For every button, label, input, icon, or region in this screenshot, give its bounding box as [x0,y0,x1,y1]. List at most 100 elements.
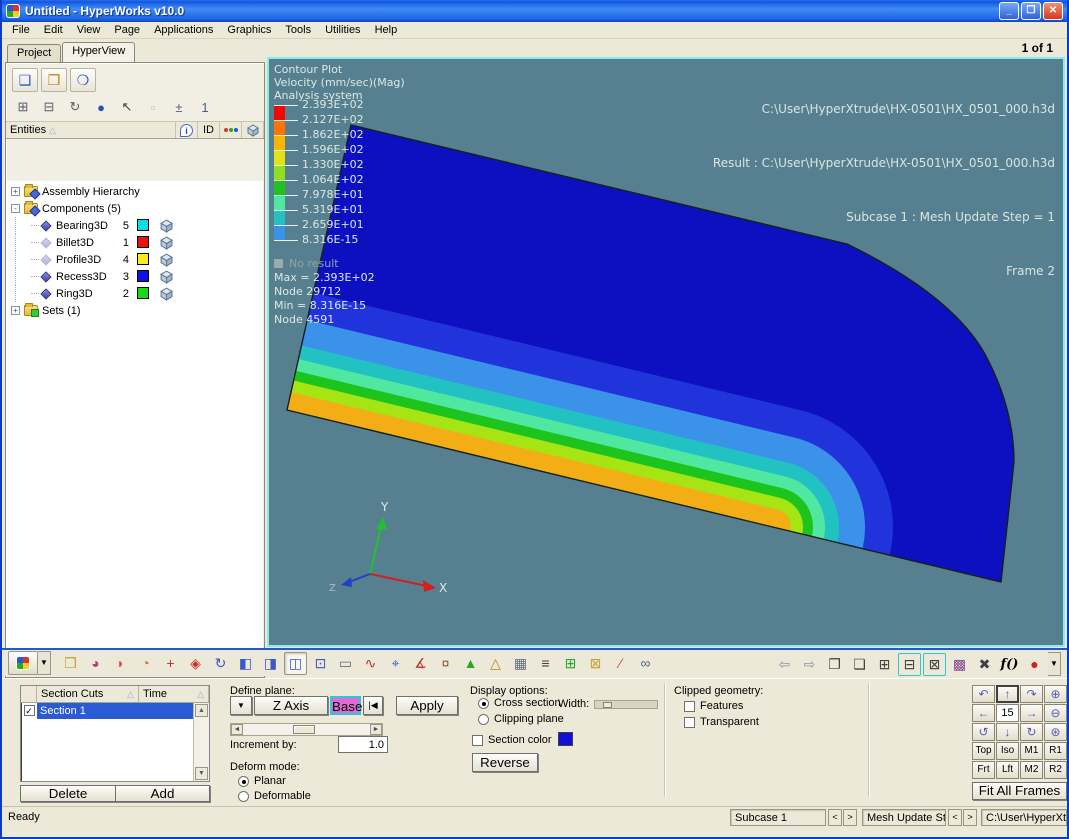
zoom-fit-button[interactable]: ⊛ [1044,723,1067,741]
entities-column-label[interactable]: Entities [10,124,46,136]
component-color-swatch[interactable] [137,219,149,231]
section-z-icon[interactable]: ⊡ [309,652,332,675]
pan-down-button[interactable]: ↓ [996,723,1019,741]
tree-row-assembly[interactable]: + Assembly Hierarchy [7,183,263,200]
pointer-icon[interactable]: ↖ [116,97,138,117]
width-slider-thumb[interactable] [603,702,612,708]
section-cuts-column[interactable]: Section Cuts △ [37,686,139,702]
close-button[interactable]: ✕ [1043,2,1063,20]
slider-right-icon[interactable]: ► [370,724,382,735]
swap-window-icon[interactable]: ⊟ [898,653,921,676]
expand-page-icon[interactable]: ❐ [823,653,846,676]
idle-icon[interactable]: ▫ [142,97,164,117]
width-slider[interactable] [594,700,658,709]
fit-all-frames-button[interactable]: Fit All Frames [972,782,1067,800]
time-column[interactable]: Time △ [139,686,209,702]
collapse-icon[interactable]: - [11,204,20,213]
contour-icon[interactable]: ◗ [109,652,132,675]
eye-one-icon[interactable]: 1 [194,97,216,117]
reset-plane-button[interactable]: |◀ [363,696,383,715]
eye-plusminus-icon[interactable]: ± [168,97,190,117]
section-x-icon[interactable]: ◧ [234,652,257,675]
pan-right-button[interactable]: → [1020,704,1043,722]
menu-item[interactable]: Help [368,23,405,37]
rotate-cw-button[interactable]: ↷ [1020,685,1043,703]
section-color-checkbox[interactable]: Section color [472,734,552,746]
subcase-next-button[interactable]: > [843,809,857,826]
geometry-column-button[interactable] [242,122,264,138]
back-arrow-icon[interactable]: ⇦ [773,653,796,676]
axis-button[interactable]: Z Axis [254,696,328,715]
screwdriver-icon[interactable]: ⁄ [609,652,632,675]
hyperworks-menu-button[interactable] [8,651,38,675]
tracking-icon[interactable]: ⌖ [384,652,407,675]
component-color-swatch[interactable] [137,236,149,248]
tree-row-sets[interactable]: + Sets (1) [7,302,263,319]
tree-row-component[interactable]: Billet3D 1 [7,234,263,251]
measure-icon[interactable]: ∡ [409,652,432,675]
view-left-button[interactable]: Lft [996,761,1019,779]
attributes-icon[interactable]: ≡ [534,652,557,675]
zoom-out-button[interactable]: ⊖ [1044,704,1067,722]
add-button[interactable]: Add [115,785,210,802]
explode-icon[interactable]: △ [484,652,507,675]
menu-item[interactable]: View [70,23,108,37]
mask-blob-icon[interactable]: ● [90,97,112,117]
apply-button[interactable]: Apply [396,696,458,715]
rotate-ccw-button[interactable]: ↶ [972,685,995,703]
table-scrollbar[interactable]: ▲ ▼ [193,703,209,781]
tree-row-component[interactable]: Profile3D 4 [7,251,263,268]
menu-item[interactable]: Utilities [318,23,367,37]
menu-item[interactable]: File [5,23,37,37]
section-y-icon[interactable]: ◨ [259,652,282,675]
slider-left-icon[interactable]: ◄ [231,724,243,735]
query-icon[interactable]: ¤ [434,652,457,675]
new-window-icon[interactable]: ❏ [848,653,871,676]
view-iso-button[interactable]: Iso [996,742,1019,760]
tree-row-component[interactable]: Ring3D 2 [7,285,263,302]
page-next-icon[interactable]: ❑ [12,68,38,92]
view-r2-button[interactable]: R2 [1044,761,1067,779]
menu-item[interactable]: Applications [147,23,220,37]
plane-position-slider[interactable]: ◄ ► [230,723,383,736]
rotate-icon[interactable]: ◈ [184,652,207,675]
annotation-icon[interactable]: ▭ [334,652,357,675]
menu-item[interactable]: Tools [278,23,318,37]
slider-thumb[interactable] [293,725,315,734]
spin-right-button[interactable]: ↻ [1020,723,1043,741]
view-r1-button[interactable]: R1 [1044,742,1067,760]
expand-icon[interactable]: + [11,187,20,196]
zoom-in-button[interactable]: ⊕ [1044,685,1067,703]
load-results-icon[interactable]: ◕ [84,652,107,675]
base-button[interactable]: Base [330,696,361,715]
restore-button[interactable]: ❐ [1021,2,1041,20]
open-file-icon[interactable]: ❒ [59,652,82,675]
cross-section-radio[interactable]: Cross section [478,697,561,709]
add-page-icon[interactable]: ⊞ [559,652,582,675]
tab-hyperview[interactable]: HyperView [62,42,135,62]
title-bar[interactable]: Untitled - HyperWorks v10.0 _ ❐ ✕ [2,0,1067,22]
increment-input[interactable] [338,736,388,753]
section-cut-icon[interactable]: ◫ [284,652,307,675]
tile-window-icon[interactable]: ⊞ [873,653,896,676]
trace-icon[interactable]: ∿ [359,652,382,675]
component-color-swatch[interactable] [137,253,149,265]
id-column-button[interactable]: ID [198,122,220,138]
menu-item[interactable]: Edit [37,23,70,37]
menu-item[interactable]: Graphics [220,23,278,37]
color-column-button[interactable] [220,122,242,138]
mesh-step-next-button[interactable]: > [963,809,977,826]
build-plots-icon[interactable]: ▲ [459,652,482,675]
view-front-button[interactable]: Frt [972,761,995,779]
tab-project[interactable]: Project [7,44,61,62]
deformable-radio[interactable]: Deformable [238,790,311,802]
scroll-down-icon[interactable]: ▼ [195,767,208,780]
section-visible-checkbox[interactable]: ✓ [24,705,35,716]
tree-row-component[interactable]: Bearing3D 5 [7,217,263,234]
reverse-button[interactable]: Reverse [472,753,538,772]
pan-up-button[interactable]: ↑ [996,685,1019,703]
pan-left-button[interactable]: ← [972,704,995,722]
subcase-prev-button[interactable]: < [828,809,842,826]
transparent-checkbox[interactable]: Transparent [684,716,759,728]
scroll-up-icon[interactable]: ▲ [195,704,208,717]
